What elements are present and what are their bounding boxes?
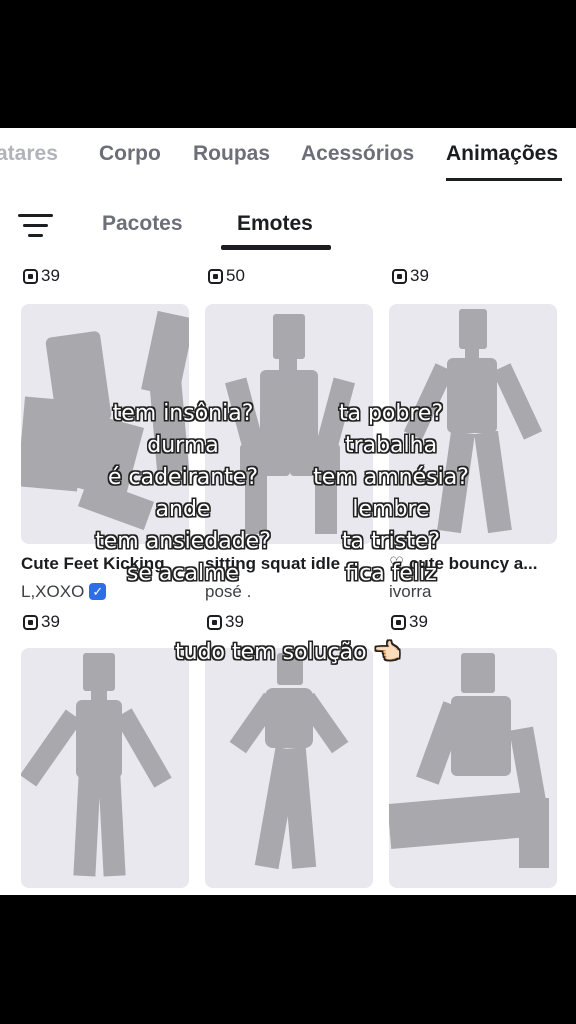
catalog-app: atares Corpo Roupas Acessórios Animações… [0, 128, 576, 895]
robux-icon [208, 269, 223, 284]
sub-tabs-bar: Pacotes Emotes [0, 198, 576, 252]
category-tabs: atares Corpo Roupas Acessórios Animações [0, 128, 576, 181]
item-price: 50 [208, 266, 245, 286]
tab-corpo[interactable]: Corpo [99, 142, 161, 166]
verified-badge-icon: ✓ [89, 583, 107, 600]
caption-line: durma [147, 433, 219, 458]
emote-grid: lcakme elvy 39 50 39 Cute Feet Kick [0, 226, 576, 895]
active-subtab-indicator [221, 245, 331, 250]
caption-line: tem ansiedade? [95, 529, 271, 554]
caption-line: tem amnésia? [313, 465, 469, 490]
caption-line: tem insônia? [112, 401, 254, 426]
filter-icon[interactable] [18, 212, 54, 238]
tab-acessorios[interactable]: Acessórios [301, 142, 414, 166]
caption-line: fica feliz [345, 561, 437, 586]
robux-icon [23, 615, 38, 630]
active-tab-indicator [446, 178, 562, 181]
tab-avatares[interactable]: atares [0, 142, 58, 166]
caption-line: lembre [352, 497, 430, 522]
emote-thumbnail[interactable] [21, 648, 189, 888]
robux-icon [391, 615, 406, 630]
tab-emotes[interactable]: Emotes [237, 212, 313, 236]
caption-line: se acalme [126, 561, 240, 586]
caption-line: ta triste? [341, 529, 441, 554]
creator-name[interactable]: L,XOXO ✓ [21, 582, 107, 602]
emote-thumbnail[interactable] [205, 648, 373, 888]
robux-icon [207, 615, 222, 630]
caption-line: é cadeirante? [107, 465, 259, 490]
item-price: 39 [207, 612, 244, 632]
item-price: 39 [23, 266, 60, 286]
emote-thumbnail[interactable] [389, 648, 557, 888]
caption-line: ta pobre? [338, 401, 444, 426]
item-price: 39 [23, 612, 60, 632]
caption-line: ande [155, 497, 211, 522]
robux-icon [23, 269, 38, 284]
caption-line: trabalha [344, 433, 438, 458]
tab-animacoes[interactable]: Animações [446, 142, 558, 166]
item-price: 39 [391, 612, 428, 632]
caption-conclusion: tudo tem solução 👈🏻 [175, 640, 401, 665]
tab-roupas[interactable]: Roupas [193, 142, 270, 166]
robux-icon [392, 269, 407, 284]
item-price: 39 [392, 266, 429, 286]
tab-pacotes[interactable]: Pacotes [102, 212, 183, 236]
